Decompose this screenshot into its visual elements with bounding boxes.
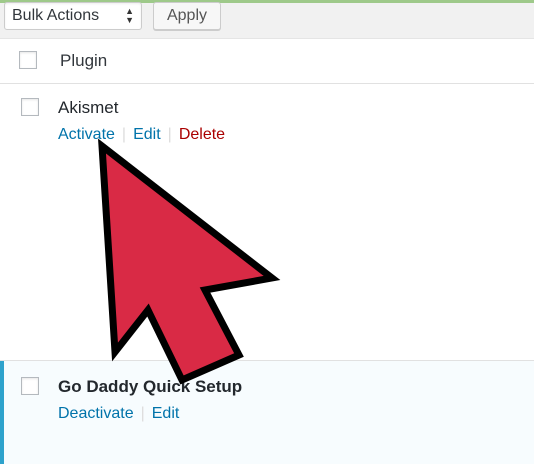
plugin-row-akismet: Akismet Activate | Edit | Delete: [0, 84, 534, 360]
action-separator: |: [140, 405, 145, 422]
delete-link[interactable]: Delete: [179, 126, 225, 143]
plugin-name: Akismet: [58, 98, 119, 117]
plugin-checkbox[interactable]: [21, 98, 39, 116]
bulk-actions-toolbar: Bulk Actions ▲ ▼ Apply: [0, 0, 534, 38]
edit-link[interactable]: Edit: [152, 405, 180, 422]
action-separator: |: [167, 126, 172, 143]
up-down-chevron-icon: ▲ ▼: [125, 6, 134, 26]
bulk-actions-label: Bulk Actions: [12, 7, 100, 24]
bulk-actions-select[interactable]: Bulk Actions ▲ ▼: [4, 2, 142, 30]
row-actions: Activate | Edit | Delete: [58, 126, 225, 144]
active-indicator-bar: [0, 361, 4, 464]
plugins-table: Plugin Akismet Activate | Edit | Delete Go D…: [0, 38, 534, 464]
plugin-row-go-daddy-quick-setup: Go Daddy Quick Setup Deactivate | Edit: [0, 360, 534, 464]
activate-link[interactable]: Activate: [58, 126, 115, 143]
table-header: Plugin: [0, 39, 534, 84]
row-actions: Deactivate | Edit: [58, 405, 179, 423]
edit-link[interactable]: Edit: [133, 126, 161, 143]
deactivate-link[interactable]: Deactivate: [58, 405, 134, 422]
plugin-checkbox[interactable]: [21, 377, 39, 395]
apply-button[interactable]: Apply: [153, 2, 221, 30]
column-header-plugin: Plugin: [60, 51, 108, 70]
plugin-name: Go Daddy Quick Setup: [58, 377, 243, 396]
action-separator: |: [121, 126, 127, 143]
select-all-checkbox[interactable]: [19, 51, 37, 69]
